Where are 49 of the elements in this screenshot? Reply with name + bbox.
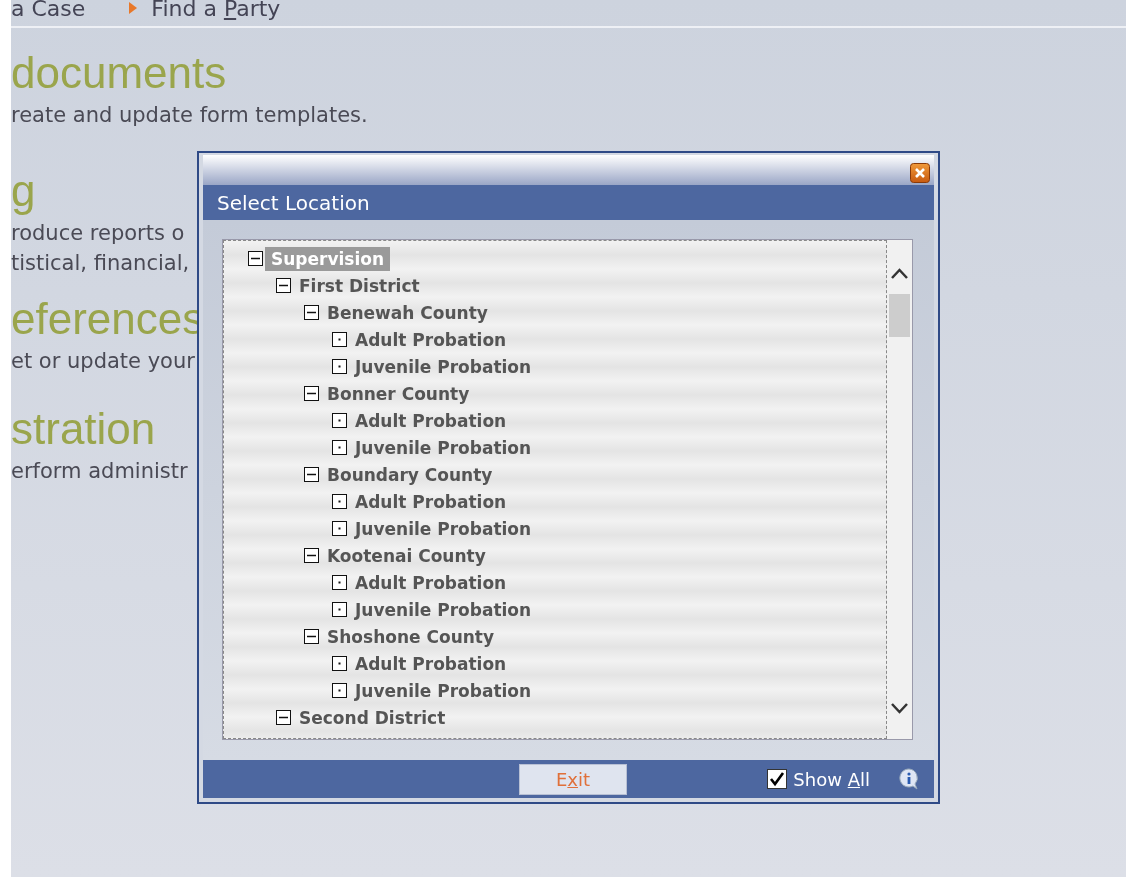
tree-item[interactable]: Shoshone County	[321, 624, 501, 649]
collapse-icon[interactable]	[304, 467, 319, 483]
tree-item[interactable]: Adult Probation	[349, 570, 513, 595]
tree-item[interactable]: Juvenile Probation	[349, 435, 538, 460]
tree-item[interactable]: Juvenile Probation	[349, 354, 538, 379]
tree-item[interactable]: Juvenile Probation	[349, 597, 538, 622]
section-description: et or update your	[11, 348, 195, 375]
dialog-title: Select Location	[203, 185, 934, 221]
tree-item[interactable]: Benewah County	[321, 300, 494, 325]
leaf-node-icon	[332, 683, 347, 699]
leaf-node-icon	[332, 494, 347, 510]
tree-item[interactable]: Juvenile Probation	[349, 678, 538, 703]
tree-item[interactable]: Adult Probation	[349, 408, 513, 433]
scrollbar[interactable]	[887, 240, 912, 740]
leaf-node-icon	[332, 656, 347, 672]
leaf-node-icon	[332, 332, 347, 348]
leaf-node-icon	[332, 359, 347, 375]
collapse-icon[interactable]	[304, 548, 319, 564]
show-all-checkbox[interactable]	[767, 769, 788, 790]
collapse-icon[interactable]	[304, 386, 319, 402]
collapse-icon[interactable]	[304, 305, 319, 321]
tree-item[interactable]: Boundary County	[321, 462, 499, 487]
tree-item[interactable]: Adult Probation	[349, 651, 513, 676]
leaf-node-icon	[332, 575, 347, 591]
section-description: roduce reports o	[11, 220, 185, 247]
tree-item[interactable]: First District	[293, 273, 426, 298]
bullet-icon	[129, 2, 138, 14]
tree-item[interactable]: Kootenai County	[321, 543, 492, 568]
leaf-node-icon	[332, 521, 347, 537]
leaf-node-icon	[332, 602, 347, 618]
tree-item[interactable]: Juvenile Probation	[349, 516, 538, 541]
tree-item[interactable]: Adult Probation	[349, 327, 513, 352]
leaf-node-icon	[332, 440, 347, 456]
show-all-label[interactable]: Show All	[793, 768, 870, 790]
scrollbar-thumb[interactable]	[889, 294, 910, 338]
collapse-icon[interactable]	[276, 710, 291, 726]
scroll-down-icon[interactable]	[890, 701, 909, 716]
tree-item[interactable]: Bonner County	[321, 381, 476, 406]
collapse-icon[interactable]	[304, 629, 319, 645]
tree-item[interactable]: Adult Probation	[349, 489, 513, 514]
leaf-node-icon	[332, 413, 347, 429]
tree-item[interactable]: Second District	[293, 705, 452, 730]
section-description: reate and update form templates.	[11, 102, 368, 129]
section-description: tistical, financial,	[11, 250, 190, 277]
close-button[interactable]	[910, 163, 930, 183]
section-description: erform administr	[11, 458, 188, 485]
collapse-icon[interactable]	[248, 251, 263, 267]
info-icon[interactable]	[898, 768, 920, 791]
collapse-icon[interactable]	[276, 278, 291, 294]
